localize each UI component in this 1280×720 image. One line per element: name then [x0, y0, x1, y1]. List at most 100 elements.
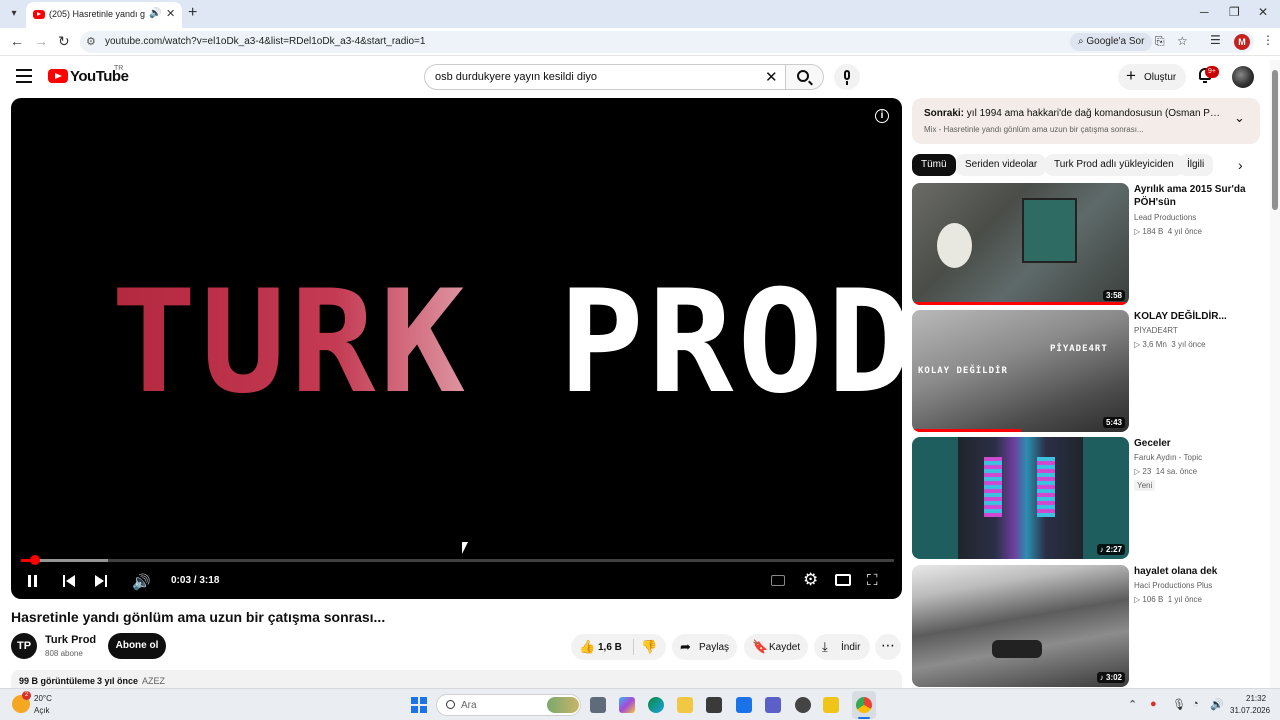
tab-close-icon[interactable]: ✕ — [166, 7, 175, 20]
omnibox[interactable]: ⚙ youtube.com/watch?v=el1oDk_a3-4&list=R… — [80, 31, 1254, 53]
clock-date[interactable]: 31.07.2026 — [1230, 706, 1270, 715]
recommendation-title[interactable]: Ayrılık ama 2015 Sur'da PÖH'sün — [1134, 183, 1260, 209]
weather-description[interactable]: Açık — [34, 706, 50, 715]
share-button[interactable]: ➦ Paylaş — [672, 634, 737, 660]
youtube-logo[interactable]: YouTube TR — [48, 65, 138, 88]
more-actions-icon[interactable]: ⋯ — [875, 634, 901, 660]
like-thumb-icon[interactable]: 👍 — [579, 639, 595, 655]
settings-gear-icon[interactable]: ⚙ — [803, 570, 818, 590]
search-box[interactable]: ✕ — [424, 64, 786, 90]
voice-search-button[interactable] — [834, 64, 860, 90]
hamburger-menu-icon[interactable] — [16, 69, 32, 83]
file-explorer-icon[interactable] — [677, 697, 693, 713]
video-thumbnail[interactable]: PİYADE4RT KOLAY DEĞİLDİR 5:43 — [912, 310, 1129, 432]
teams-icon[interactable] — [765, 697, 781, 713]
windows-start-icon[interactable] — [411, 697, 427, 713]
recommendation-channel[interactable]: PİYADE4RT — [1134, 326, 1178, 335]
chevron-down-icon[interactable]: ⌄ — [1234, 110, 1245, 126]
chevron-right-icon[interactable]: › — [1238, 157, 1243, 173]
speaker-icon[interactable]: 🔊 — [1210, 698, 1224, 711]
github-icon[interactable] — [795, 697, 811, 713]
recommendation-channel[interactable]: Haci Productions Plus — [1134, 581, 1212, 590]
copilot-icon[interactable] — [619, 697, 635, 713]
clock-time[interactable]: 21:32 — [1246, 694, 1266, 703]
chrome-icon[interactable] — [856, 697, 872, 713]
recommendation-item[interactable]: ♪ 3:02 hayalet olana dek Haci Production… — [912, 565, 1262, 687]
previous-icon[interactable] — [63, 575, 77, 587]
recommendation-item[interactable]: 3:58 Ayrılık ama 2015 Sur'da PÖH'sün Lea… — [912, 183, 1262, 305]
volume-icon[interactable]: 🔊 — [132, 573, 151, 591]
recommendation-channel[interactable]: Lead Productions — [1134, 213, 1196, 222]
window-close-icon[interactable]: ✕ — [1258, 5, 1268, 19]
recommendation-title[interactable]: KOLAY DEĞİLDİR... — [1134, 310, 1260, 323]
browser-tab-youtube[interactable]: (205) Hasretinle yandı gönlü 🔊 ✕ — [26, 2, 182, 28]
tab-search-icon[interactable]: ▾ — [6, 6, 22, 22]
pause-icon[interactable] — [27, 575, 39, 587]
description-box[interactable]: 99 B görüntüleme 3 yıl önce AZEZ — [11, 670, 902, 688]
chip-all[interactable]: Tümü — [912, 154, 956, 176]
account-avatar[interactable] — [1232, 66, 1254, 88]
microphone-tray-icon[interactable]: 🎙 — [1172, 698, 1186, 711]
forward-arrow-icon[interactable]: → — [34, 33, 48, 49]
tray-app-icon[interactable]: ● — [1150, 698, 1157, 710]
next-icon[interactable] — [95, 575, 109, 587]
minimize-icon[interactable]: ─ — [1200, 5, 1209, 19]
new-tab-button[interactable]: + — [188, 4, 197, 22]
progress-bar[interactable] — [21, 555, 894, 565]
recommendation-item[interactable]: ♪ 2:27 Geceler Faruk Aydın - Topic ▷ 23 … — [912, 437, 1262, 559]
save-button[interactable]: 🔖 Kaydet — [744, 634, 808, 660]
browser-menu-icon[interactable]: ⋮ — [1262, 33, 1274, 47]
video-thumbnail[interactable]: ♪ 2:27 — [912, 437, 1129, 559]
recommendation-title[interactable]: hayalet olana dek — [1134, 565, 1260, 578]
search-input[interactable] — [435, 69, 755, 85]
like-count[interactable]: 1,6 B — [598, 642, 622, 653]
recommendation-item[interactable]: PİYADE4RT KOLAY DEĞİLDİR 5:43 KOLAY DEĞİ… — [912, 310, 1262, 432]
video-player[interactable]: TURK PROD. i 🔊 0:03 / 3:18 ⚙ ⛶ — [11, 98, 902, 599]
hashtag[interactable]: AZEZ — [142, 676, 165, 686]
scrollbar-thumb[interactable] — [1272, 70, 1278, 210]
info-icon[interactable]: i — [875, 109, 889, 123]
bookmark-star-icon[interactable]: ☆ — [1177, 34, 1188, 48]
reading-list-icon[interactable]: ☰ — [1210, 33, 1221, 47]
google-ask-button[interactable]: ⌕ Google'a Sor — [1070, 33, 1153, 51]
subtitles-icon[interactable] — [771, 575, 785, 586]
channel-avatar[interactable]: TP — [11, 633, 37, 659]
restore-icon[interactable]: ❐ — [1229, 5, 1240, 19]
sticky-app-icon[interactable] — [823, 697, 839, 713]
tab-audio-icon[interactable]: 🔊 — [149, 8, 161, 19]
scrubber-handle[interactable] — [29, 555, 40, 565]
theater-mode-icon[interactable] — [835, 574, 851, 586]
store-icon[interactable] — [706, 697, 722, 713]
reload-icon[interactable]: ↻ — [58, 33, 70, 50]
profile-avatar[interactable]: M — [1234, 34, 1250, 50]
task-view-icon[interactable] — [590, 697, 606, 713]
download-button[interactable]: ⤓ İndir — [814, 634, 870, 660]
site-settings-icon[interactable]: ⚙ — [86, 35, 96, 48]
create-button[interactable]: + Oluştur — [1118, 64, 1186, 90]
edge-browser-icon[interactable] — [648, 697, 664, 713]
tray-overflow-chevron-icon[interactable]: ⌃ — [1128, 698, 1137, 711]
taskbar-search[interactable]: Ara — [436, 694, 581, 716]
video-frame-text-red: TURK — [111, 260, 559, 425]
clear-search-icon[interactable]: ✕ — [765, 68, 778, 86]
fullscreen-icon[interactable]: ⛶ — [867, 572, 878, 589]
subscribe-button[interactable]: Abone ol — [108, 633, 166, 659]
dislike-thumb-icon[interactable]: 👎 — [641, 639, 657, 655]
video-thumbnail[interactable]: 3:58 — [912, 183, 1129, 305]
up-next-panel[interactable]: Sonraki: yıl 1994 ama hakkari'de dağ kom… — [912, 98, 1260, 144]
back-arrow-icon[interactable]: ← — [10, 33, 24, 49]
channel-name[interactable]: Turk Prod — [45, 634, 96, 646]
chip-related[interactable]: İlgili — [1178, 154, 1214, 176]
recommendation-channel[interactable]: Faruk Aydın - Topic — [1134, 453, 1202, 462]
page-scrollbar[interactable] — [1270, 60, 1280, 688]
search-button[interactable] — [786, 64, 824, 90]
chip-uploader[interactable]: Turk Prod adlı yükleyiciden — [1045, 154, 1183, 176]
weather-temperature[interactable]: 20°C — [34, 694, 52, 703]
install-app-icon[interactable]: ⎘ — [1155, 34, 1165, 49]
url-text[interactable]: youtube.com/watch?v=el1oDk_a3-4&list=RDe… — [105, 36, 425, 47]
video-thumbnail[interactable]: ♪ 3:02 — [912, 565, 1129, 687]
network-icon[interactable]: ◔ — [1192, 698, 1199, 710]
mail-icon[interactable] — [736, 697, 752, 713]
chip-series[interactable]: Seriden videolar — [956, 154, 1047, 176]
recommendation-title[interactable]: Geceler — [1134, 437, 1260, 450]
